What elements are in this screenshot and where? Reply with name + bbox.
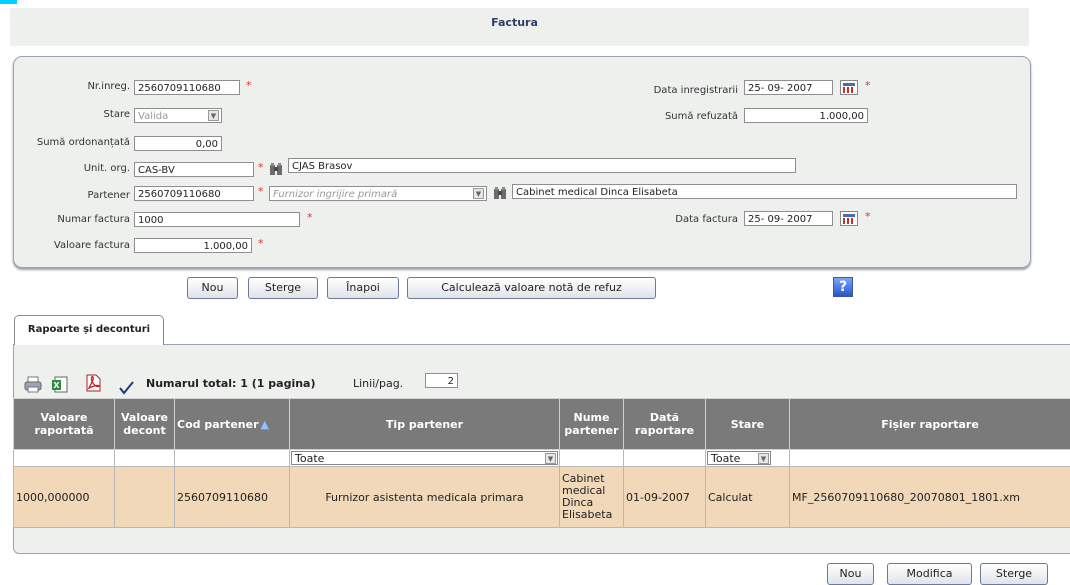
cell-stare: Calculat — [705, 466, 790, 528]
suma-ordonantata-field[interactable]: 0,00 — [134, 136, 222, 151]
partener-name-field: Cabinet medical Dinca Elisabeta — [512, 184, 1017, 199]
filter-row: Toate ▼ Toate ▼ — [13, 449, 1070, 467]
sort-ascending-icon[interactable]: ▲ — [261, 418, 269, 431]
valoare-factura-field[interactable]: 1.000,00 — [134, 238, 252, 253]
check-icon[interactable] — [117, 379, 135, 397]
numar-factura-label: Numar factura — [57, 214, 130, 225]
cell-valoare-decont — [114, 466, 175, 528]
lines-per-page-label: Linii/pag. — [353, 377, 404, 390]
suma-refuzata-field[interactable]: 1.000,00 — [744, 108, 868, 123]
partener-field[interactable]: 2560709110680 — [134, 186, 254, 201]
back-button[interactable]: Înapoi — [327, 277, 399, 299]
data-inregistrarii-field[interactable]: 25- 09- 2007 — [744, 80, 833, 95]
delete-button[interactable]: Sterge — [248, 277, 318, 299]
cell-nume-partener: Cabinet medical Dinca Elisabeta — [559, 466, 624, 528]
filter-cell — [559, 449, 624, 467]
required-marker: * — [865, 79, 871, 92]
stare-filter[interactable]: Toate ▼ — [707, 451, 771, 465]
calendar-icon[interactable] — [840, 80, 858, 95]
filter-cell — [623, 449, 706, 467]
unit-org-name-field: CJAS Brasov — [288, 158, 796, 173]
delete-row-button[interactable]: Sterge — [980, 563, 1048, 585]
suma-refuzata-label: Sumă refuzată — [664, 111, 738, 122]
lookup-binoculars-icon[interactable] — [269, 162, 284, 177]
column-header-data-raportare[interactable]: Dată raportare — [623, 398, 706, 450]
pdf-icon[interactable] — [84, 374, 102, 392]
cell-data-raportare: 01-09-2007 — [623, 466, 706, 528]
required-marker: * — [307, 211, 313, 224]
excel-icon[interactable]: X — [51, 376, 69, 394]
cell-cod-partener: 2560709110680 — [174, 466, 290, 528]
nr-inreg-field[interactable]: 2560709110680 — [134, 80, 240, 95]
filter-cell — [789, 449, 1070, 467]
column-header-label: Cod partener — [177, 417, 259, 431]
page-title: Factura — [491, 16, 538, 29]
required-marker: * — [258, 185, 264, 198]
chevron-down-icon[interactable]: ▼ — [473, 188, 484, 199]
chevron-down-icon[interactable]: ▼ — [758, 453, 769, 464]
valoare-factura-label: Valoare factura — [53, 240, 130, 251]
column-header-valoare-raportata[interactable]: Valoare raportată — [13, 398, 115, 450]
numar-factura-field[interactable]: 1000 — [134, 212, 300, 227]
column-header-stare[interactable]: Stare — [705, 398, 790, 450]
tip-partener-filter[interactable]: Toate ▼ — [291, 451, 558, 465]
chevron-down-icon[interactable]: ▼ — [545, 453, 556, 464]
unit-org-label: Unit. org. — [83, 163, 130, 174]
calendar-icon[interactable] — [840, 211, 858, 226]
column-header-fisier-raportare[interactable]: Fișier raportare — [789, 398, 1070, 450]
tab-rapoarte-deconturi[interactable]: Rapoarte și deconturi — [14, 315, 164, 345]
table-row[interactable]: 1000,000000 2560709110680 Furnizor asist… — [13, 466, 1070, 528]
stare-label: Stare — [103, 109, 130, 120]
column-header-cod-partener[interactable]: Cod partener ▲ — [174, 398, 290, 450]
required-marker: * — [258, 161, 264, 174]
required-marker: * — [258, 237, 264, 250]
unit-org-field[interactable]: CAS-BV — [134, 162, 254, 177]
chevron-down-icon[interactable]: ▼ — [208, 110, 219, 121]
partener-label: Partener — [87, 190, 131, 201]
cell-tip-partener: Furnizor asistenta medicala primara — [289, 466, 560, 528]
column-header-tip-partener[interactable]: Tip partener — [289, 398, 560, 450]
lookup-binoculars-icon[interactable] — [493, 186, 508, 201]
calculate-refund-note-button[interactable]: Calculează valoare notă de refuz — [407, 277, 656, 299]
required-marker: * — [865, 210, 871, 223]
data-factura-label: Data factura — [675, 214, 738, 225]
column-header-nume-partener[interactable]: Nume partener — [559, 398, 624, 450]
filter-value: Toate — [711, 452, 741, 465]
cell-fisier-raportare[interactable]: MF_2560709110680_20070801_1801.xm — [789, 466, 1070, 528]
new-button[interactable]: Nou — [187, 277, 238, 299]
partener-type-select[interactable]: Furnizor ingrijire primară — [269, 186, 487, 201]
column-header-valoare-decont[interactable]: Valoare decont — [114, 398, 175, 450]
cell-valoare-raportata: 1000,000000 — [13, 466, 115, 528]
total-count-label: Numarul total: 1 (1 pagina) — [146, 377, 316, 390]
print-icon[interactable] — [24, 376, 42, 394]
data-inregistrarii-label: Data inregistrarii — [653, 85, 738, 96]
filter-cell: Toate ▼ — [705, 449, 790, 467]
svg-text:X: X — [53, 381, 60, 390]
data-factura-field[interactable]: 25- 09- 2007 — [744, 211, 833, 226]
reports-table: Valoare raportată Valoare decont Cod par… — [13, 398, 1070, 528]
suma-ordonantata-label: Sumă ordonanțată — [36, 137, 130, 148]
filter-cell: Toate ▼ — [289, 449, 560, 467]
modify-button[interactable]: Modifica — [887, 563, 972, 585]
required-marker: * — [246, 79, 252, 92]
filter-cell — [174, 449, 290, 467]
filter-cell — [114, 449, 175, 467]
corner-marker — [0, 0, 17, 4]
filter-value: Toate — [295, 452, 325, 465]
help-icon[interactable]: ? — [833, 277, 853, 297]
lines-per-page-field[interactable]: 2 — [425, 373, 458, 388]
filter-cell — [13, 449, 115, 467]
nr-inreg-label: Nr.inreg. — [87, 81, 130, 92]
new-row-button[interactable]: Nou — [827, 563, 874, 585]
